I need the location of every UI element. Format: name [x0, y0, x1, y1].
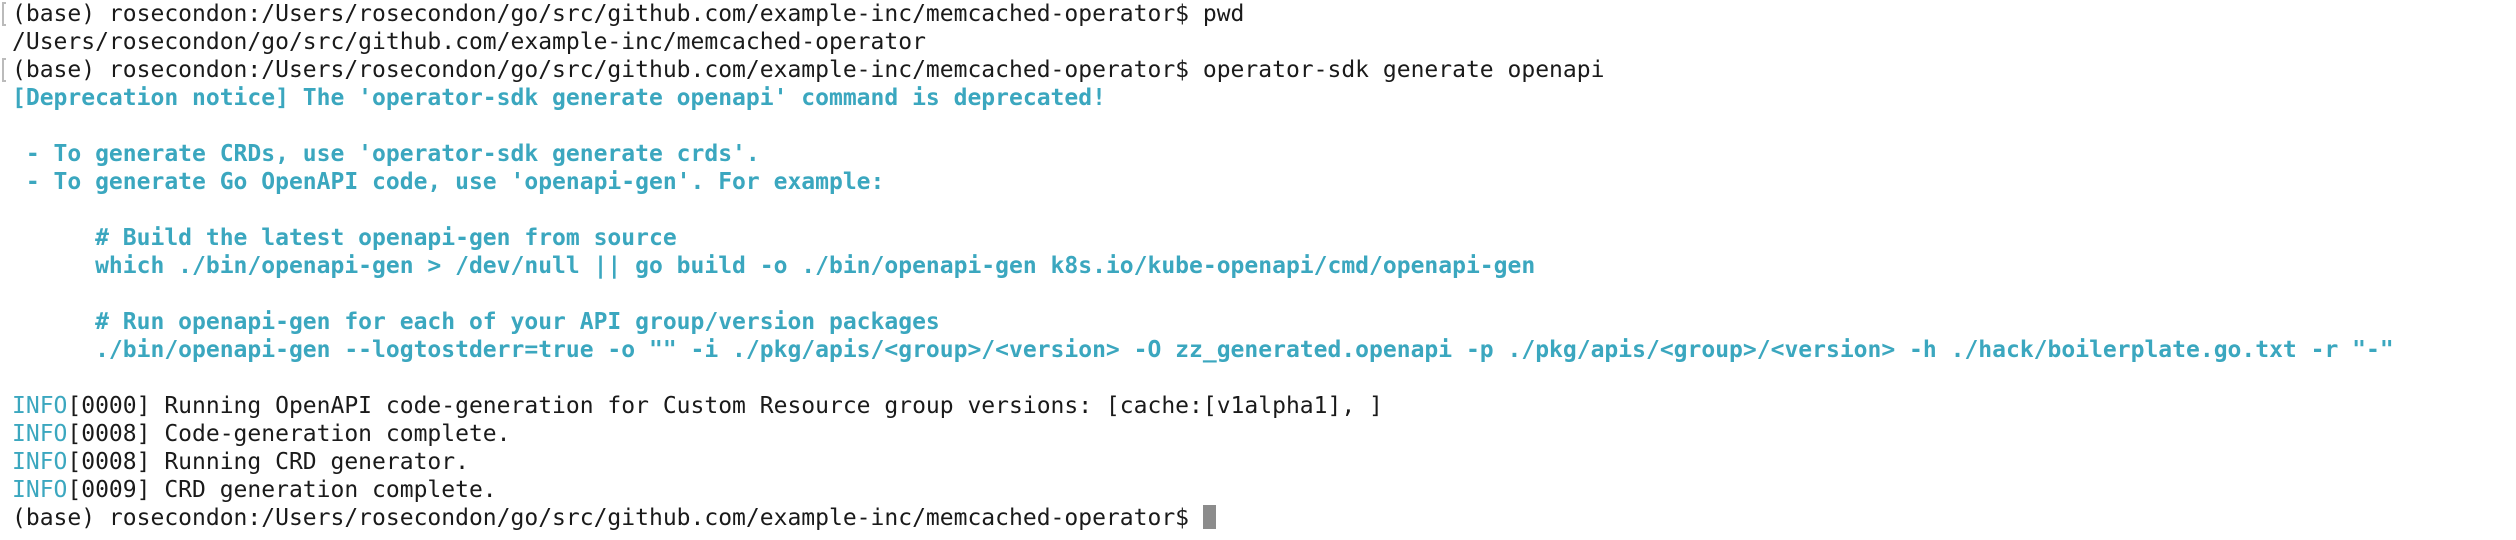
info-log-line: INFO[0009] CRD generation complete. [12, 476, 2516, 504]
terminal-line: (base) rosecondon:/Users/rosecondon/go/s… [12, 504, 2516, 532]
example-command: ./bin/openapi-gen --logtostderr=true -o … [12, 337, 2394, 363]
example-comment: # Build the latest openapi-gen from sour… [12, 225, 677, 251]
log-text: [0008] Running CRD generator. [67, 449, 469, 475]
info-tag: INFO [12, 449, 68, 475]
text-cursor[interactable] [1202, 505, 1216, 529]
command-text: operator-sdk generate openapi [1202, 57, 1605, 83]
terminal-line: (base) rosecondon:/Users/rosecondon/go/s… [12, 0, 2516, 28]
info-log-line: INFO[0008] Running CRD generator. [12, 448, 2516, 476]
deprecation-hint: - To generate Go OpenAPI code, use 'open… [12, 169, 885, 195]
prompt-text: (base) rosecondon:/Users/rosecondon/go/s… [12, 1, 1203, 27]
prompt-mark [2, 2, 6, 26]
terminal-window[interactable]: (base) rosecondon:/Users/rosecondon/go/s… [0, 0, 2516, 540]
log-text: [0008] Code-generation complete. [67, 421, 511, 447]
info-tag: INFO [12, 477, 68, 503]
info-log-line: INFO[0008] Code-generation complete. [12, 420, 2516, 448]
info-tag: INFO [12, 393, 68, 419]
terminal-line: (base) rosecondon:/Users/rosecondon/go/s… [12, 56, 2516, 84]
output-text: /Users/rosecondon/go/src/github.com/exam… [12, 29, 926, 55]
info-tag: INFO [12, 421, 68, 447]
deprecation-hint: - To generate CRDs, use 'operator-sdk ge… [12, 141, 760, 167]
deprecation-notice: [Deprecation notice] The 'operator-sdk g… [12, 85, 1106, 111]
example-comment: # Run openapi-gen for each of your API g… [12, 309, 940, 335]
command-text: pwd [1202, 1, 1245, 27]
prompt-mark [2, 58, 6, 82]
example-command: which ./bin/openapi-gen > /dev/null || g… [12, 253, 1536, 279]
info-log-line: INFO[0000] Running OpenAPI code-generati… [12, 392, 2516, 420]
prompt-text: (base) rosecondon:/Users/rosecondon/go/s… [12, 505, 1203, 531]
log-text: [0009] CRD generation complete. [67, 477, 497, 503]
terminal-line: /Users/rosecondon/go/src/github.com/exam… [12, 28, 2516, 56]
log-text: [0000] Running OpenAPI code-generation f… [67, 393, 1383, 419]
prompt-text: (base) rosecondon:/Users/rosecondon/go/s… [12, 57, 1203, 83]
